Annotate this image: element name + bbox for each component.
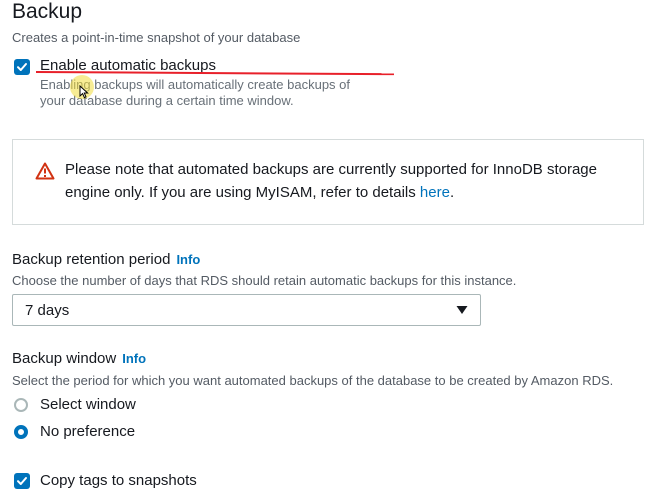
section-title: Backup — [12, 0, 83, 23]
retention-field-label: Backup retention period Info — [12, 251, 200, 268]
checkmark-icon — [17, 63, 27, 71]
retention-selected-value: 7 days — [25, 302, 70, 319]
mouse-cursor-icon — [79, 85, 89, 99]
warning-icon — [35, 162, 55, 180]
details-link[interactable]: here — [420, 184, 450, 201]
checkmark-icon — [17, 477, 27, 485]
retention-period-select[interactable]: 7 days — [12, 294, 481, 326]
alert-message: Please note that automated backups are c… — [65, 158, 625, 204]
backup-settings-panel: Backup Creates a point-in-time snapshot … — [0, 0, 657, 496]
section-description: Creates a point-in-time snapshot of your… — [12, 30, 301, 45]
alert-suffix: . — [449, 184, 455, 201]
retention-info-link[interactable]: Info — [176, 252, 200, 267]
innodb-warning-alert: Please note that automated backups are c… — [12, 139, 644, 225]
copy-tags-checkbox[interactable] — [14, 473, 30, 489]
backup-window-info-link[interactable]: Info — [122, 351, 146, 366]
copy-tags-label[interactable]: Copy tags to snapshots — [40, 472, 197, 489]
red-underline-annotation — [35, 71, 394, 76]
no-preference-label[interactable]: No preference — [40, 423, 135, 440]
retention-description: Choose the number of days that RDS shoul… — [12, 273, 517, 288]
alert-text: Please note that automated backups are c… — [65, 161, 597, 201]
caret-down-icon — [456, 306, 468, 314]
backup-window-label: Backup window — [12, 350, 117, 367]
retention-label: Backup retention period — [12, 251, 171, 268]
backup-window-description: Select the period for which you want aut… — [12, 373, 614, 388]
select-window-label[interactable]: Select window — [40, 396, 136, 413]
no-preference-radio[interactable] — [14, 425, 28, 439]
enable-backups-checkbox[interactable] — [14, 59, 30, 75]
select-window-radio[interactable] — [14, 398, 28, 412]
backup-window-field-label: Backup window Info — [12, 350, 146, 367]
